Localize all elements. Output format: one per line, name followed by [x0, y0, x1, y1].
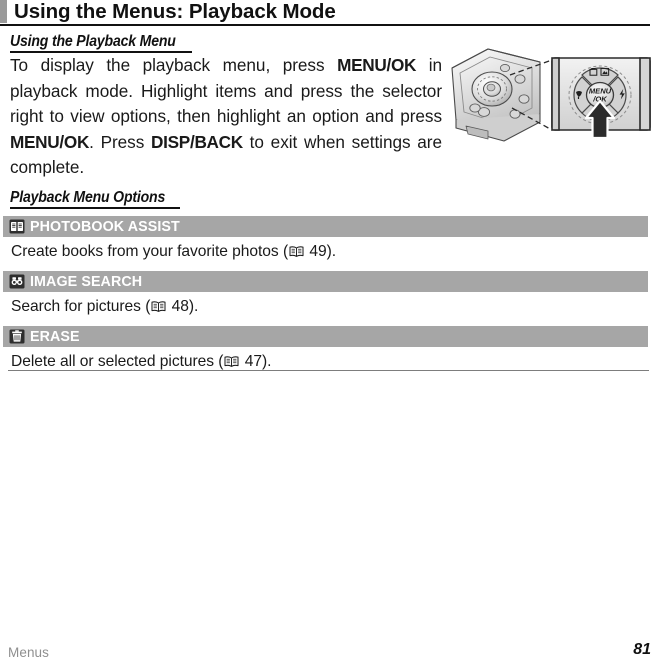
page-reference-number: 48 [167, 298, 189, 315]
menu-item-label: ERASE [30, 328, 80, 345]
menu-item-image-search[interactable]: IMAGE SEARCH [3, 271, 648, 292]
menu-item-photobook-assist[interactable]: PHOTOBOOK ASSIST [3, 216, 648, 237]
menu-ok-button-name-1: MENU/OK [337, 55, 417, 75]
page-reference-book-icon [289, 244, 304, 257]
menu-ok-button-name-2: MENU/OK [10, 131, 90, 152]
menu-item-description-photobook-assist: Create books from your favorite photos (… [11, 243, 336, 261]
menu-item-label: PHOTOBOOK ASSIST [30, 218, 180, 235]
description-text: Create books from your favorite photos ( [11, 243, 289, 260]
footer-page-number: 81 [633, 641, 651, 658]
title-divider [0, 24, 650, 26]
page-reference-number: 47 [240, 353, 262, 370]
instructions-text-3: . Press [89, 131, 152, 152]
description-text: Delete all or selected pictures ( [11, 353, 224, 370]
playback-menu-instructions: To display the playback menu, press MENU… [10, 53, 442, 181]
chapter-tab-marker [0, 0, 7, 23]
description-text: Search for pictures ( [11, 298, 151, 315]
footer-section-name: Menus [8, 645, 50, 660]
chapter-header: Using the Menus: Playback Mode [0, 0, 657, 26]
image-search-icon [9, 274, 25, 289]
camera-illustration: MENU /OK [448, 42, 653, 146]
section-bottom-divider [8, 370, 649, 371]
instructions-text-1: To display the playback menu, press [10, 55, 338, 75]
description-text-suffix: ). [326, 243, 337, 260]
erase-trash-icon [9, 329, 25, 344]
page-reference-book-icon [151, 299, 166, 312]
photobook-icon [9, 219, 25, 234]
section-heading-underline-2 [10, 207, 180, 209]
menu-item-label: IMAGE SEARCH [30, 273, 143, 290]
page-title: Using the Menus: Playback Mode [14, 0, 336, 23]
menu-item-description-erase: Delete all or selected pictures ( 47). [11, 353, 271, 371]
section-heading-playback-menu-options: Playback Menu Options [10, 189, 166, 206]
manual-page: Using the Menus: Playback Mode Using the… [0, 0, 657, 660]
disp-back-button-name: DISP/BACK [151, 131, 243, 152]
camera-body-selector-dial [471, 71, 513, 107]
page-reference-book-icon [224, 354, 239, 367]
description-text-suffix: ). [188, 298, 199, 315]
menu-item-description-image-search: Search for pictures ( 48). [11, 298, 198, 316]
description-text-suffix: ). [261, 353, 272, 370]
page-reference-number: 49 [305, 243, 327, 260]
menu-item-erase[interactable]: ERASE [3, 326, 648, 347]
section-heading-using-the-playback-menu: Using the Playback Menu [10, 33, 176, 50]
